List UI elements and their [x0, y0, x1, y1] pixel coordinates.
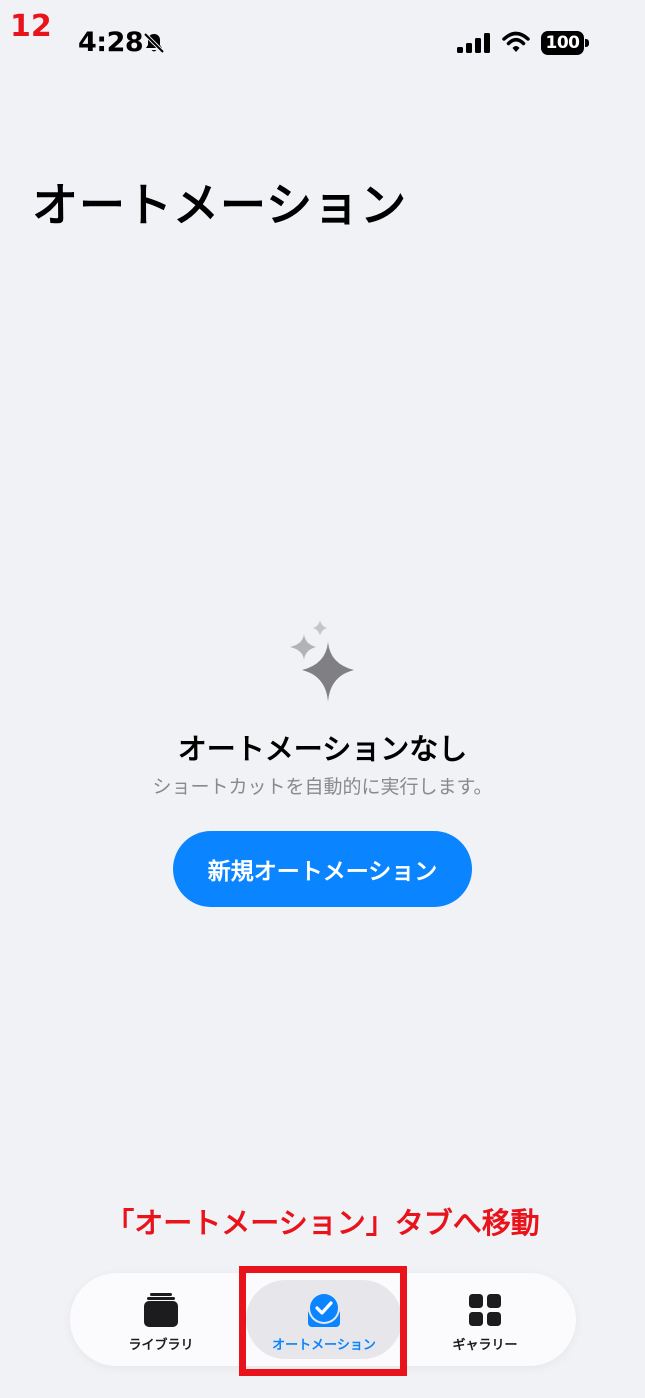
cellular-signal-icon: [457, 33, 490, 53]
status-time: 4:28: [78, 27, 144, 58]
battery-cap: [585, 39, 589, 47]
page-title: オートメーション: [32, 178, 408, 232]
wifi-icon: [502, 31, 530, 52]
empty-state-subtitle: ショートカットを自動的に実行します。: [152, 776, 493, 798]
empty-state-title: オートメーションなし: [177, 732, 468, 766]
tab-gallery-label: ギャラリー: [452, 1338, 518, 1353]
battery-level: 100: [541, 31, 584, 55]
library-stack-icon: [144, 1293, 178, 1327]
tab-gallery[interactable]: ギャラリー: [420, 1273, 550, 1366]
annotation-text: 「オートメーション」タブへ移動: [105, 1206, 540, 1240]
sparkles-icon: [290, 620, 354, 702]
step-number: 12: [10, 9, 52, 44]
gallery-grid-icon: [469, 1294, 501, 1326]
tab-library-label: ライブラリ: [128, 1338, 194, 1353]
tab-library[interactable]: ライブラリ: [96, 1273, 226, 1366]
new-automation-button[interactable]: 新規オートメーション: [173, 831, 472, 907]
bell-slash-icon: [143, 32, 165, 54]
highlight-box: [239, 1266, 407, 1376]
battery-indicator: 100: [541, 31, 589, 55]
